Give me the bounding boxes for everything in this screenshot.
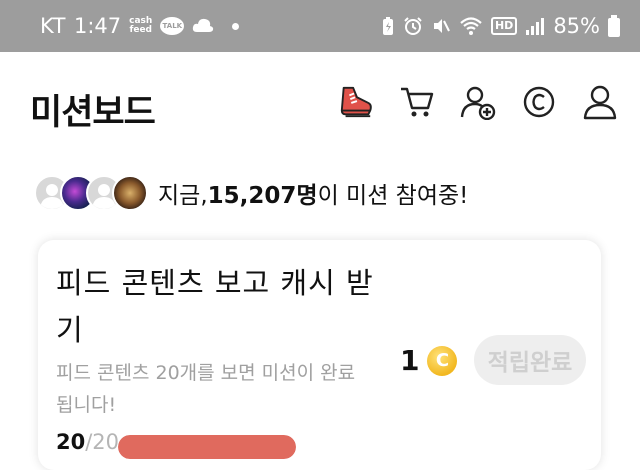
coin-icon[interactable] bbox=[521, 84, 557, 120]
signal-icon bbox=[525, 16, 545, 36]
carrier-label: KT bbox=[40, 14, 66, 38]
avatar bbox=[112, 175, 148, 211]
coin-symbol: C bbox=[435, 350, 450, 371]
status-left: KT 1:47 cash feed TALK bbox=[40, 14, 240, 38]
cashfeed-line2: feed bbox=[129, 25, 153, 35]
clock: 1:47 bbox=[73, 14, 122, 38]
mute-icon bbox=[431, 16, 451, 36]
progress-fill bbox=[118, 435, 296, 459]
mission-title: 피드 콘텐츠 보고 캐시 받기 bbox=[56, 266, 374, 347]
wifi-icon bbox=[459, 16, 483, 36]
user-icon[interactable] bbox=[582, 84, 618, 120]
avatar-stack bbox=[34, 175, 148, 211]
cashfeed-icon: cash feed bbox=[129, 17, 152, 35]
status-bar: KT 1:47 cash feed TALK HD 85% bbox=[0, 0, 640, 52]
progress-total: /20 bbox=[85, 430, 120, 454]
hd-voice-icon: HD bbox=[490, 17, 518, 35]
progress-current: 20 bbox=[56, 430, 86, 454]
participants-row: 지금, 15,207명 이 미션 참여중! bbox=[34, 175, 468, 211]
alarm-icon bbox=[403, 16, 423, 36]
participants-prefix: 지금, bbox=[158, 183, 208, 209]
kakaotalk-icon: TALK bbox=[160, 17, 185, 35]
page-title: 미션보드 bbox=[30, 93, 156, 133]
cloud-icon bbox=[192, 14, 214, 38]
mission-description: 피드 콘텐츠 20개를 보면 미션이 완료됩니다! bbox=[56, 362, 356, 416]
shoe-icon[interactable] bbox=[338, 84, 374, 120]
participants-text: 지금, 15,207명 이 미션 참여중! bbox=[158, 176, 468, 210]
notification-dot-icon bbox=[232, 22, 240, 30]
header-icons bbox=[338, 84, 618, 120]
battery-saver-icon bbox=[381, 16, 395, 36]
add-friend-icon[interactable] bbox=[460, 84, 496, 120]
battery-percent: 85% bbox=[553, 14, 600, 38]
participants-suffix: 이 미션 참여중! bbox=[317, 183, 469, 209]
coin-icon: C bbox=[427, 345, 458, 376]
mission-card[interactable]: 피드 콘텐츠 보고 캐시 받기 피드 콘텐츠 20개를 보면 미션이 완료됩니다… bbox=[38, 240, 601, 470]
progress-bar bbox=[118, 435, 296, 459]
talk-label: TALK bbox=[162, 22, 183, 30]
status-right: HD 85% bbox=[381, 14, 620, 38]
hd-label: HD bbox=[494, 19, 514, 32]
reward: 1 C bbox=[400, 344, 458, 377]
header: 미션보드 bbox=[0, 52, 640, 152]
cart-icon[interactable] bbox=[399, 84, 435, 120]
reward-amount: 1 bbox=[400, 344, 420, 377]
participants-count: 15,207명 bbox=[207, 183, 318, 209]
progress-count: 20/20 bbox=[56, 430, 119, 454]
claim-complete-button[interactable]: 적립완료 bbox=[474, 335, 586, 385]
battery-icon bbox=[608, 15, 620, 37]
